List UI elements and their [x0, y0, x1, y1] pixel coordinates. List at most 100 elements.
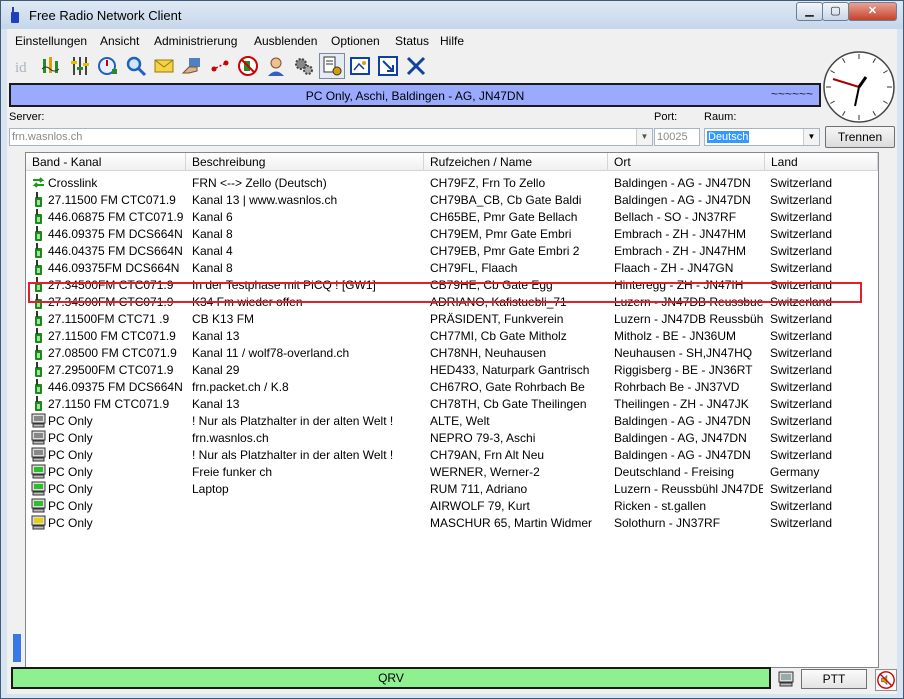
desc-cell: Freie funker ch [192, 465, 273, 479]
menu-ausblenden[interactable]: Ausblenden [254, 34, 317, 48]
table-row[interactable]: 27.34500FM CTC071.9 K34 Fm wieder offen AD… [26, 293, 878, 310]
port-field[interactable]: 10025 [654, 128, 700, 146]
column-band-kanal[interactable]: Band - Kanal [26, 153, 186, 171]
band-cell: PC Only [48, 482, 93, 496]
table-row[interactable]: PC Only frn.wasnlos.ch NEPRO 79-3, Aschi Ba… [26, 429, 878, 446]
menu-administrierung[interactable]: Administrierung [154, 34, 237, 48]
magnifier-icon[interactable] [123, 53, 149, 79]
desc-cell: Kanal 13 [192, 397, 240, 411]
land-cell: Switzerland [770, 312, 833, 326]
gears-icon[interactable] [291, 53, 317, 79]
table-row[interactable]: 446.06875 FM CTC071.9 Kanal 6 CH65BE, Pmr … [26, 208, 878, 225]
pc-green-icon [31, 464, 46, 479]
title-bar[interactable]: Free Radio Network Client ▁ ▢ ✕ [1, 1, 903, 29]
table-row[interactable]: Crosslink FRN <--> Zello (Deutsch) CH79FZ,… [26, 174, 878, 191]
phone-no-icon[interactable] [235, 53, 261, 79]
ort-cell: Hinteregg - ZH - JN47IH [614, 278, 744, 292]
ort-cell: Luzern - Reussbühl JN47DB [614, 482, 763, 496]
band-cell: 27.34500FM CTC071.9 [48, 295, 174, 309]
menu-einstellungen[interactable]: Einstellungen [15, 34, 87, 48]
resize-icon[interactable] [375, 53, 401, 79]
call-cell: CH79FL, Flaach [430, 261, 518, 275]
envelope-icon[interactable] [151, 53, 177, 79]
server-combobox[interactable]: frn.wasnlos.ch ▼ [9, 128, 653, 146]
table-row[interactable]: 27.11500 FM CTC071.9 Kanal 13 | www.wasnl… [26, 191, 878, 208]
table-row[interactable]: 446.09375 FM DCS664N Kanal 8 CH79EM, Pmr G… [26, 225, 878, 242]
ort-cell: Baldingen - AG - JN47DN [614, 448, 751, 462]
room-combobox[interactable]: Deutsch ▼ [704, 128, 820, 146]
band-cell: 446.04375 FM DCS664N [48, 244, 183, 258]
column-land[interactable]: Land [765, 153, 878, 171]
table-row[interactable]: PC Only Laptop RUM 711, Adriano Luzern - Re… [26, 480, 878, 497]
user-list[interactable]: Band - Kanal Beschreibung Rufzeichen / N… [25, 152, 879, 668]
radio-icon [31, 226, 46, 241]
link-icon[interactable] [207, 53, 233, 79]
ptt-button[interactable]: PTT [801, 669, 867, 689]
column-ort[interactable]: Ort [608, 153, 765, 171]
close-x-icon[interactable] [403, 53, 429, 79]
desc-cell: Kanal 13 [192, 329, 240, 343]
column-rufzeichen[interactable]: Rufzeichen / Name [424, 153, 608, 171]
land-cell: Germany [770, 465, 820, 479]
table-row[interactable]: 27.1150 FM CTC071.9 Kanal 13 CH78TH, Cb Ga… [26, 395, 878, 412]
table-row[interactable]: PC Only AIRWOLF 79, Kurt Ricken - st.galle… [26, 497, 878, 514]
equalizer-icon[interactable] [67, 53, 93, 79]
table-row[interactable]: 27.34500FM CTC071.9 In der Testphase mit … [26, 276, 878, 293]
call-cell: CH78TH, Cb Gate Theilingen [430, 397, 587, 411]
table-row[interactable]: PC Only Freie funker ch WERNER, Werner-2 De… [26, 463, 878, 480]
menu-ansicht[interactable]: Ansicht [100, 34, 139, 48]
land-cell: Switzerland [770, 176, 833, 190]
ort-cell: Luzern - JN47DB Reussbühl [614, 312, 763, 326]
speaker-icon[interactable] [875, 669, 897, 691]
menu-status[interactable]: Status [395, 34, 429, 48]
pc-yellow-icon [31, 515, 46, 530]
close-button[interactable]: ✕ [848, 2, 897, 21]
document-gear-icon[interactable] [319, 53, 345, 79]
ort-cell: Deutschland - Freising [614, 465, 735, 479]
column-beschreibung[interactable]: Beschreibung [186, 153, 424, 171]
table-row[interactable]: 27.11500FM CTC71 .9 CB K13 FM PRÄSIDENT, F… [26, 310, 878, 327]
port-value: 10025 [657, 131, 688, 143]
chevron-down-icon[interactable]: ▼ [803, 129, 819, 145]
desc-cell: Kanal 29 [192, 363, 240, 377]
maximize-button[interactable]: ▢ [822, 2, 849, 21]
image-edit-icon[interactable] [347, 53, 373, 79]
stopwatch-icon[interactable] [95, 53, 121, 79]
room-label: Raum: [704, 111, 737, 123]
ort-cell: Baldingen - AG, JN47DN [614, 431, 747, 445]
call-cell: CH79EM, Pmr Gate Embri [430, 227, 572, 241]
band-cell: 446.09375 FM DCS664N [48, 227, 183, 241]
ort-cell: Solothurn - JN37RF [614, 516, 721, 530]
menu-optionen[interactable]: Optionen [331, 34, 380, 48]
radio-icon [31, 345, 46, 360]
table-row[interactable]: PC Only ! Nur als Platzhalter in der alte… [26, 412, 878, 429]
id-icon[interactable]: id [11, 53, 37, 79]
radio-icon [31, 311, 46, 326]
hand-card-icon[interactable] [179, 53, 205, 79]
table-row[interactable]: 27.08500 FM CTC071.9 Kanal 11 / wolf78-ov… [26, 344, 878, 361]
users-wave-icon[interactable] [39, 53, 65, 79]
land-cell: Switzerland [770, 278, 833, 292]
table-row[interactable]: 446.09375 FM DCS664N frn.packet.ch / K.8 C… [26, 378, 878, 395]
table-row[interactable]: 27.11500 FM CTC071.9 Kanal 13 CH77MI, Cb G… [26, 327, 878, 344]
radio-icon [31, 209, 46, 224]
table-row[interactable]: 446.09375FM DCS664N Kanal 8 CH79FL, Flaach… [26, 259, 878, 276]
table-row[interactable]: PC Only ! Nur als Platzhalter in der alte… [26, 446, 878, 463]
land-cell: Switzerland [770, 244, 833, 258]
table-row[interactable]: 27.29500FM CTC071.9 Kanal 29 HED433, Natur… [26, 361, 878, 378]
land-cell: Switzerland [770, 227, 833, 241]
qrv-status-bar: QRV [11, 667, 771, 689]
disconnect-button[interactable]: Trennen [825, 126, 895, 148]
chevron-down-icon[interactable]: ▼ [636, 129, 652, 145]
menu-hilfe[interactable]: Hilfe [440, 34, 464, 48]
table-row[interactable]: 446.04375 FM DCS664N Kanal 4 CH79EB, Pmr G… [26, 242, 878, 259]
radio-icon [31, 277, 46, 292]
band-cell: 27.29500FM CTC071.9 [48, 363, 174, 377]
table-row[interactable]: PC Only MASCHUR 65, Martin Widmer Solothur… [26, 514, 878, 531]
server-value: frn.wasnlos.ch [12, 131, 83, 143]
minimize-button[interactable]: ▁ [796, 2, 823, 21]
qrv-status-text: QRV [378, 671, 404, 685]
call-cell: CH79AN, Frn Alt Neu [430, 448, 545, 462]
person-icon[interactable] [263, 53, 289, 79]
land-cell: Switzerland [770, 397, 833, 411]
